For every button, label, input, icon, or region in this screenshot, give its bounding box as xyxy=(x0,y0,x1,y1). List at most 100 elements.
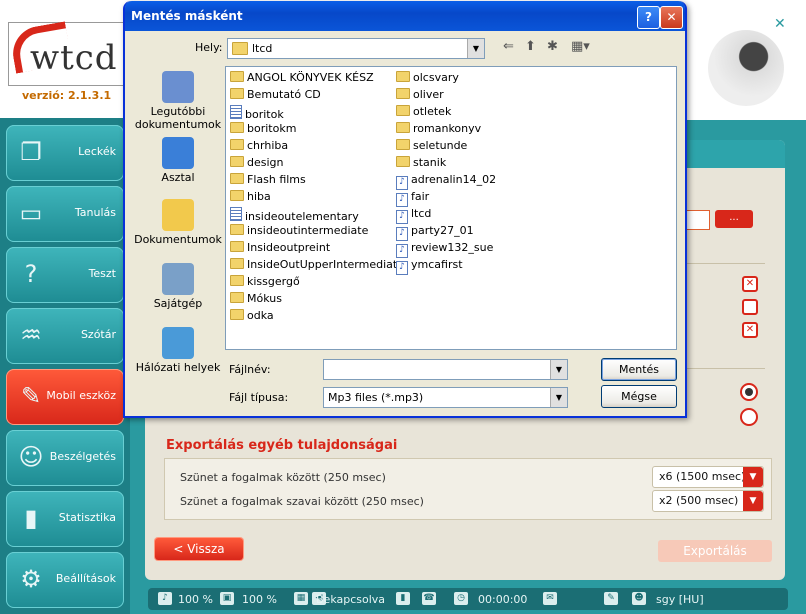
file-item[interactable]: oliver xyxy=(396,88,444,103)
music-note-icon[interactable]: ♪ xyxy=(158,592,172,605)
file-item[interactable]: InsideOutUpperIntermediate xyxy=(230,258,404,273)
sidebar-item-3[interactable]: ♒ Szótár xyxy=(6,308,124,364)
chevron-down-icon[interactable]: ▼ xyxy=(467,39,484,58)
file-name: InsideOutUpperIntermediate xyxy=(247,258,404,271)
file-item[interactable]: ♪ party27_01 xyxy=(396,224,474,241)
place-item[interactable]: Asztal xyxy=(133,137,223,184)
chevron-down-icon[interactable]: ▼ xyxy=(743,467,763,487)
place-item[interactable]: Legutóbbi dokumentumok xyxy=(133,71,223,131)
save-as-dialog: Mentés másként ? ✕ Hely: ltcd ▼ ⇐ ⬆ ✱ ▦▾… xyxy=(123,1,687,418)
file-item[interactable]: hiba xyxy=(230,190,271,205)
pause-terms-select[interactable]: x6 (1500 msec) ▼ xyxy=(652,466,764,488)
file-name: Insideoutpreint xyxy=(247,241,331,254)
file-item[interactable]: ANGOL KÖNYVEK KÉSZ xyxy=(230,71,374,86)
sidebar-item-label: Statisztika xyxy=(58,511,116,524)
new-folder-icon[interactable]: ✱ xyxy=(547,39,558,54)
folder-icon xyxy=(230,173,244,184)
user-icon[interactable]: ☻ xyxy=(632,592,646,605)
my-computer-icon xyxy=(162,263,194,295)
file-item[interactable]: ♪ ltcd xyxy=(396,207,431,224)
folder-icon xyxy=(230,122,244,133)
file-item[interactable]: odka xyxy=(230,309,274,324)
file-name: design xyxy=(247,156,284,169)
file-name: adrenalin14_02 xyxy=(411,173,497,186)
option-checkbox-checked[interactable]: ✕ xyxy=(742,276,758,292)
browse-button[interactable]: ... xyxy=(715,210,753,228)
sidebar-item-7[interactable]: ⚙ Beállítások xyxy=(6,552,124,608)
view-menu-icon[interactable]: ▦▾ xyxy=(571,39,590,54)
sidebar-item-0[interactable]: ❐ Leckék xyxy=(6,125,124,181)
option-checkbox-checked[interactable]: ✕ xyxy=(742,322,758,338)
file-item[interactable]: ♪ fair xyxy=(396,190,429,207)
file-name: boritok xyxy=(245,108,284,121)
sidebar-item-4[interactable]: ✎ Mobil eszköz xyxy=(6,369,124,425)
location-label: Hely: xyxy=(195,41,223,54)
audio-file-icon: ♪ xyxy=(396,210,408,224)
back-arrow-icon[interactable]: ⇐ xyxy=(503,39,514,54)
file-item[interactable]: insideoutelementary xyxy=(230,207,359,223)
file-item[interactable]: ♪ ymcafirst xyxy=(396,258,463,275)
file-item[interactable]: boritokm xyxy=(230,122,296,137)
folder-icon xyxy=(230,258,244,269)
back-button[interactable]: < Vissza xyxy=(155,538,243,560)
pause-words-select[interactable]: x2 (500 msec) ▼ xyxy=(652,490,764,512)
pencil-icon[interactable]: ✎ xyxy=(604,592,618,605)
document-file-icon xyxy=(230,207,242,221)
file-name: kissgergő xyxy=(247,275,300,288)
sidebar-item-6[interactable]: ▮ Statisztika xyxy=(6,491,124,547)
export-radio-unselected[interactable] xyxy=(740,408,758,426)
chevron-down-icon[interactable]: ▼ xyxy=(743,491,763,511)
sidebar-item-2[interactable]: ? Teszt xyxy=(6,247,124,303)
file-item[interactable]: chrhiba xyxy=(230,139,288,154)
sidebar-item-1[interactable]: ▭ Tanulás xyxy=(6,186,124,242)
folder-icon xyxy=(396,71,410,82)
file-name: insideoutelementary xyxy=(245,210,359,223)
place-item[interactable]: Dokumentumok xyxy=(133,199,223,246)
audio-file-icon: ♪ xyxy=(396,193,408,207)
close-button[interactable]: ✕ xyxy=(660,6,683,29)
file-item[interactable]: stanik xyxy=(396,156,446,171)
file-item[interactable]: romankonyv xyxy=(396,122,481,137)
file-item[interactable]: boritok xyxy=(230,105,284,121)
file-list[interactable]: ANGOL KÖNYVEK KÉSZ Bemutató CD boritok bori… xyxy=(225,66,677,350)
file-item[interactable]: seletunde xyxy=(396,139,467,154)
sidebar-item-5[interactable]: ☺ Beszélgetés xyxy=(6,430,124,486)
option-checkbox-unchecked[interactable] xyxy=(742,299,758,315)
file-item[interactable]: Bemutató CD xyxy=(230,88,321,103)
filename-input[interactable]: ▼ xyxy=(323,359,568,380)
file-item[interactable]: Mókus xyxy=(230,292,282,307)
location-select[interactable]: ltcd ▼ xyxy=(227,38,485,59)
file-item[interactable]: design xyxy=(230,156,284,171)
video-icon[interactable]: ▣ xyxy=(220,592,234,605)
export-radio-selected[interactable] xyxy=(740,383,758,401)
file-item[interactable]: kissgergő xyxy=(230,275,300,290)
help-button[interactable]: ? xyxy=(637,6,660,29)
film-icon[interactable]: ▦ xyxy=(294,592,308,605)
app-minimize-icon[interactable]: ✕ xyxy=(774,16,786,32)
file-name: boritokm xyxy=(247,122,297,135)
dialog-titlebar[interactable]: Mentés másként ? ✕ xyxy=(125,1,685,31)
place-item[interactable]: Sajátgép xyxy=(133,263,223,310)
chevron-down-icon[interactable]: ▼ xyxy=(550,360,567,379)
sidebar-item-label: Szótár xyxy=(80,328,116,341)
filetype-select[interactable]: Mp3 files (*.mp3) ▼ xyxy=(323,387,568,408)
cancel-button[interactable]: Mégse xyxy=(601,385,677,408)
export-button[interactable]: Exportálás xyxy=(658,540,772,562)
file-item[interactable]: Insideoutpreint xyxy=(230,241,330,256)
chevron-down-icon[interactable]: ▼ xyxy=(550,388,567,407)
file-item[interactable]: otletek xyxy=(396,105,451,120)
sidebar-item-label: Beszélgetés xyxy=(49,450,116,463)
mail-icon[interactable]: ✉ xyxy=(543,592,557,605)
file-item[interactable]: ♪ review132_sue xyxy=(396,241,493,258)
place-item[interactable]: Hálózati helyek xyxy=(133,327,223,374)
audio-file-icon: ♪ xyxy=(396,176,408,190)
file-item[interactable]: olcsvary xyxy=(396,71,459,86)
filename-label: Fájlnév: xyxy=(229,363,271,376)
save-button[interactable]: Mentés xyxy=(601,358,677,381)
file-item[interactable]: ♪ adrenalin14_02 xyxy=(396,173,497,190)
up-folder-icon[interactable]: ⬆ xyxy=(525,39,536,54)
file-item[interactable]: insideoutintermediate xyxy=(230,224,368,239)
clock-icon: ◷ xyxy=(454,592,468,605)
filetype-label: Fájl típusa: xyxy=(229,391,289,404)
file-item[interactable]: Flash films xyxy=(230,173,306,188)
